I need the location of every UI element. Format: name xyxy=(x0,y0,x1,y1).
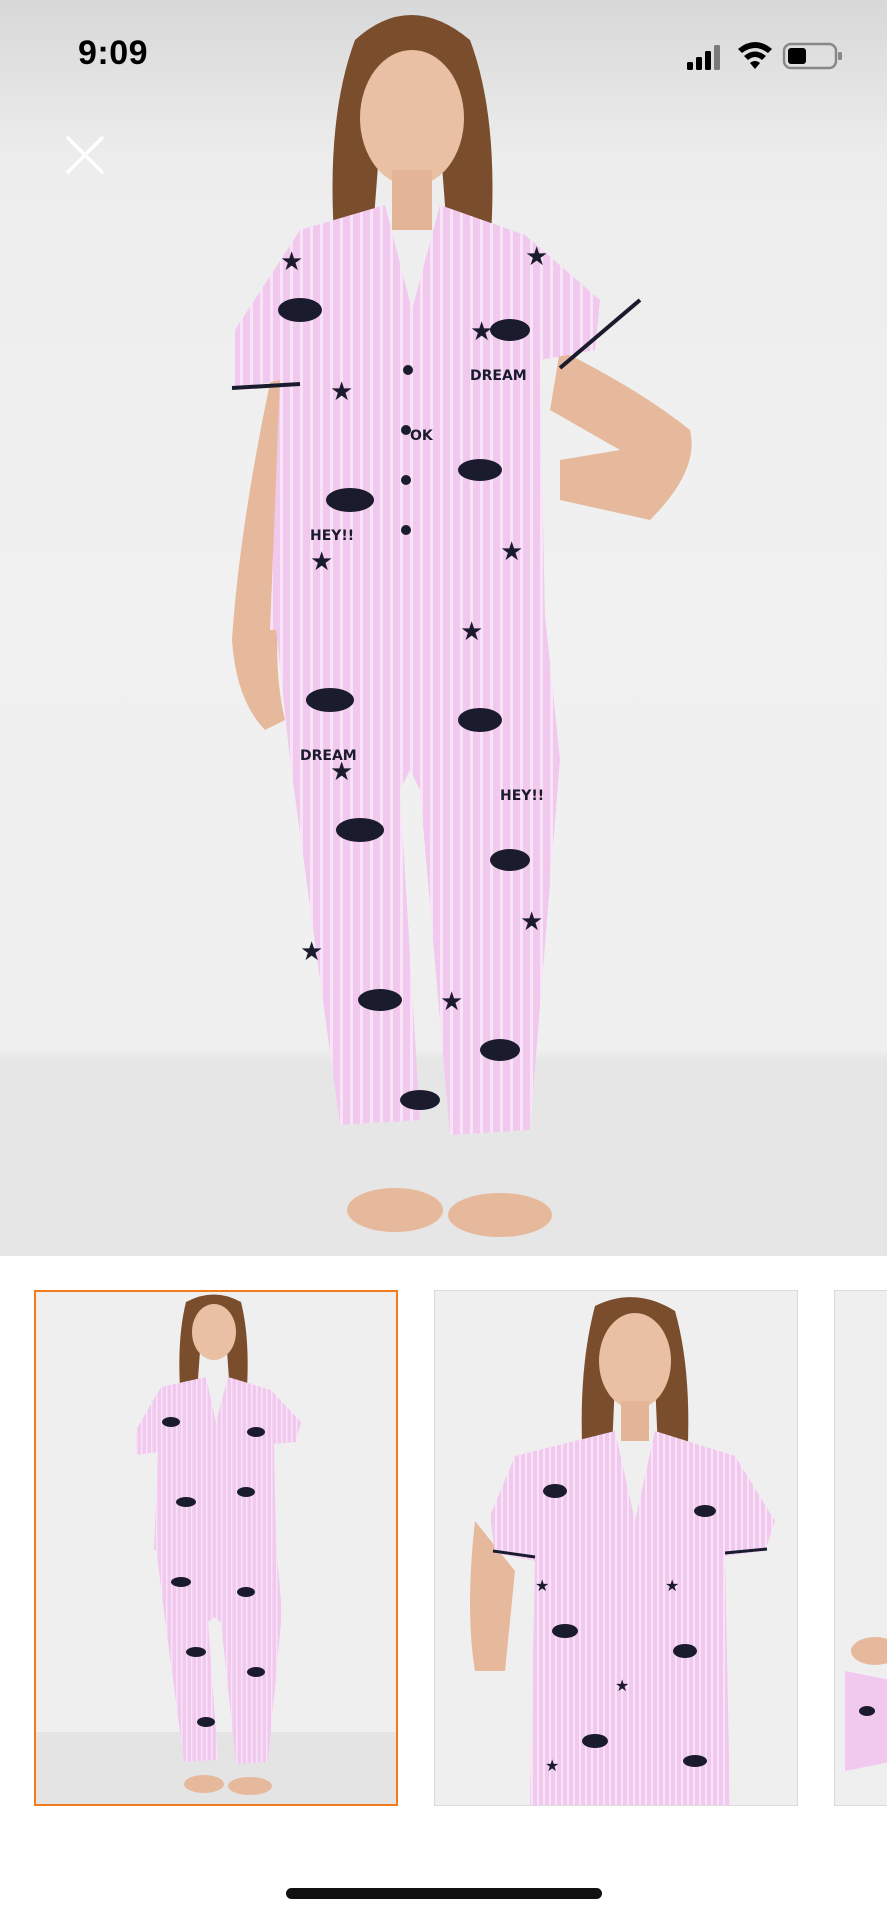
close-icon xyxy=(66,136,104,174)
thumbnail-1-image xyxy=(36,1294,396,1804)
thumbnail-3[interactable] xyxy=(834,1290,887,1806)
model-photo: ★ ★ ★ ★ ★ ★ ★ ★ ★ ★ ★ HEY!! DREAM OK HEY… xyxy=(0,15,887,1256)
svg-text:★: ★ xyxy=(440,987,463,1017)
status-bar: 9:09 xyxy=(0,0,887,110)
cellular-signal-icon xyxy=(687,45,720,70)
thumbnail-2-image: ★ ★ ★ ★ xyxy=(470,1297,775,1805)
thumbnail-2[interactable]: ★ ★ ★ ★ xyxy=(434,1290,798,1806)
thumbnail-3-image xyxy=(845,1637,887,1771)
svg-text:★: ★ xyxy=(330,377,353,407)
svg-text:★: ★ xyxy=(500,537,523,567)
svg-text:★: ★ xyxy=(310,547,333,577)
product-image-gallery: ★ ★ ★ ★ ★ ★ ★ ★ ★ ★ ★ HEY!! DREAM OK HEY… xyxy=(0,0,887,1920)
thumbnail-strip[interactable]: ★ ★ ★ ★ xyxy=(0,1288,887,1808)
svg-text:★: ★ xyxy=(300,937,323,967)
svg-text:★: ★ xyxy=(665,1576,679,1595)
status-time: 9:09 xyxy=(78,34,149,72)
svg-text:★: ★ xyxy=(460,617,483,647)
svg-text:★: ★ xyxy=(545,1756,559,1775)
close-button[interactable] xyxy=(62,132,108,178)
wifi-icon xyxy=(738,42,772,69)
svg-text:★: ★ xyxy=(280,247,303,277)
battery-icon xyxy=(782,42,842,70)
print-text-hey-2: HEY!! xyxy=(500,788,544,804)
svg-text:★: ★ xyxy=(520,907,543,937)
status-icons xyxy=(687,42,842,70)
print-text-hey: HEY!! xyxy=(310,528,354,544)
print-text-dream-2: DREAM xyxy=(300,748,357,764)
svg-text:★: ★ xyxy=(470,317,493,347)
svg-text:★: ★ xyxy=(615,1676,629,1695)
svg-text:★: ★ xyxy=(525,242,548,272)
home-indicator xyxy=(286,1888,602,1899)
print-text-dream: DREAM xyxy=(470,368,527,384)
print-text-ok: OK xyxy=(410,428,434,444)
svg-text:★: ★ xyxy=(535,1576,549,1595)
hero-product-image[interactable]: ★ ★ ★ ★ ★ ★ ★ ★ ★ ★ ★ HEY!! DREAM OK HEY… xyxy=(0,0,887,1256)
thumbnail-1[interactable] xyxy=(34,1290,398,1806)
